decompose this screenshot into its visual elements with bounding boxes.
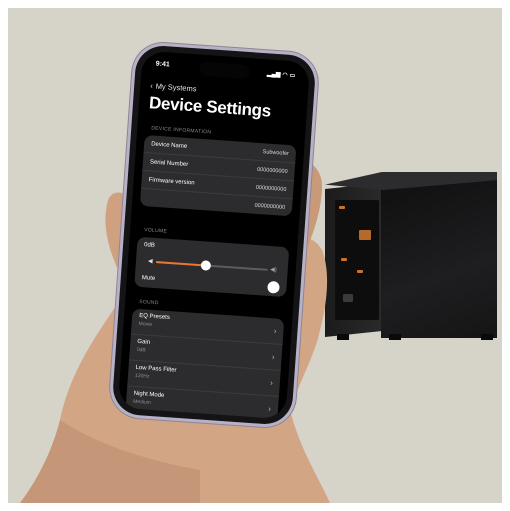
back-label: My Systems xyxy=(155,81,197,94)
status-icons: ▂▄▆ ◠ ▭ xyxy=(267,68,296,80)
speaker-low-icon: ◀ xyxy=(147,258,153,265)
row-value: 0000000000 xyxy=(254,202,286,211)
mute-label: Mute xyxy=(141,275,156,282)
sound-header: SOUND xyxy=(138,298,159,307)
mute-row: Mute xyxy=(141,272,280,294)
volume-slider[interactable]: ◀ ◀) xyxy=(147,258,277,275)
battery-icon: ▭ xyxy=(289,72,296,79)
row-label: Firmware version xyxy=(148,176,195,187)
scene: 9:41 ▂▄▆ ◠ ▭ ‹ My Systems Device Setting… xyxy=(0,0,510,511)
chevron-left-icon: ‹ xyxy=(149,81,154,91)
row-label: Serial Number xyxy=(149,158,189,168)
speaker-high-icon: ◀) xyxy=(269,267,277,274)
phone: 9:41 ▂▄▆ ◠ ▭ ‹ My Systems Device Setting… xyxy=(111,44,317,426)
status-time: 9:41 xyxy=(155,60,171,69)
row-value: 0000000000 xyxy=(256,166,288,175)
sound-group: EQ Presets Movie › Gain 0dB › Low Pass F… xyxy=(125,308,285,420)
device-information-header: DEVICE INFORMATION xyxy=(151,125,212,136)
row-label: Device Name xyxy=(150,140,188,150)
wifi-icon: ◠ xyxy=(282,71,288,79)
row-value: 0000000000 xyxy=(255,184,287,193)
chevron-right-icon: › xyxy=(268,404,272,414)
volume-group: 0dB ◀ ◀) Mute xyxy=(134,236,290,298)
chevron-right-icon: › xyxy=(271,352,275,362)
phone-screen: 9:41 ▂▄▆ ◠ ▭ ‹ My Systems Device Setting… xyxy=(117,50,311,420)
row-value: Subwoofer xyxy=(262,148,290,157)
mute-toggle[interactable] xyxy=(267,280,280,294)
device-information-group: Device Name Subwoofer Serial Number 0000… xyxy=(139,134,297,217)
volume-knob[interactable] xyxy=(200,260,212,271)
back-button[interactable]: ‹ My Systems xyxy=(150,81,197,93)
volume-level-label: 0dB xyxy=(143,242,155,249)
page-title: Device Settings xyxy=(148,93,272,121)
volume-header: VOLUME xyxy=(143,227,168,235)
signal-icon: ▂▄▆ xyxy=(266,70,281,78)
chevron-right-icon: › xyxy=(273,326,277,336)
volume-fill xyxy=(155,261,207,267)
chevron-right-icon: › xyxy=(269,378,274,388)
